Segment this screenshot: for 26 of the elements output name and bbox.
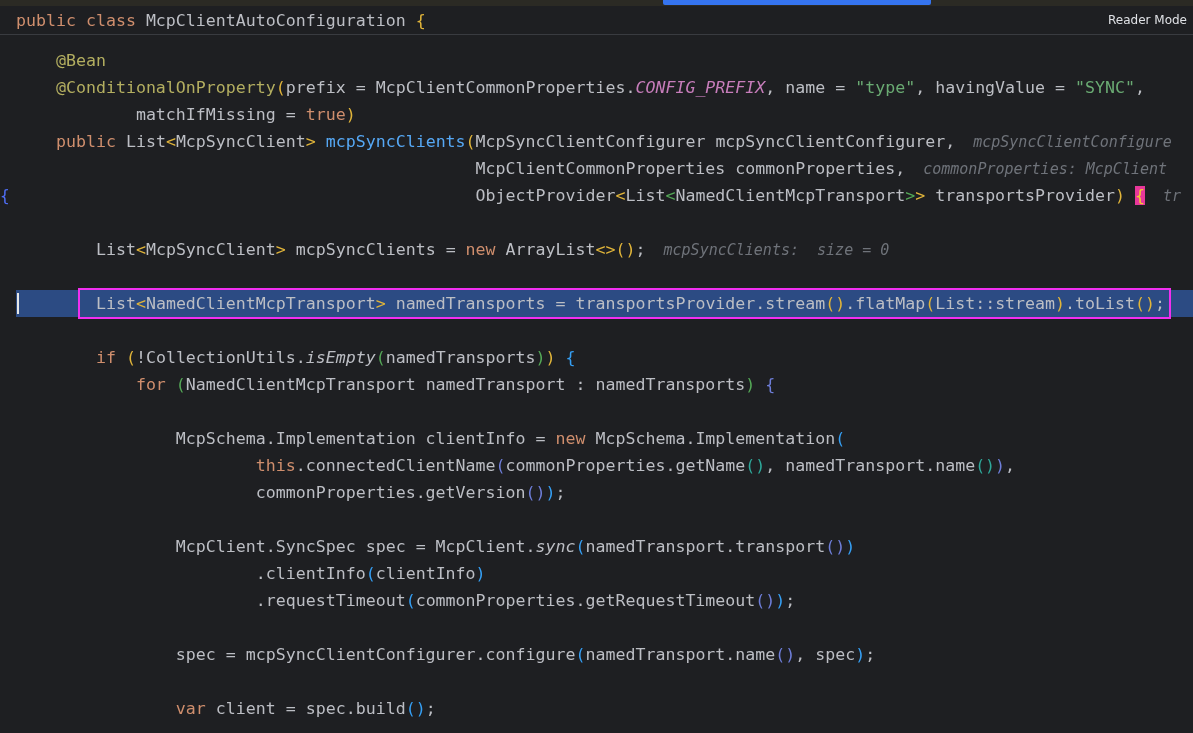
inlay-hint: mcpSyncClients: size = 0	[663, 240, 890, 259]
code-line: McpClient.SyncSpec spec = McpClient.sync(namedTransport.transport())	[175, 537, 856, 556]
code-line: @Bean	[55, 51, 106, 70]
code-line: List<McpSyncClient> mcpSyncClients = new ArrayList<>();	[95, 240, 646, 259]
code-line: .clientInfo(clientInfo)	[255, 564, 486, 583]
inlay-hint: mcpSyncClientConfigure	[973, 132, 1172, 151]
code-line: matchIfMissing = true)	[135, 105, 356, 124]
code-line: spec = mcpSyncClientConfigurer.configure(namedTransport.name(), spec);	[175, 645, 876, 664]
code-line: for (NamedClientMcpTransport namedTransport : namedTransports) {	[135, 375, 776, 394]
code-line: commonProperties.getVersion());	[255, 483, 566, 502]
code-line: var client = spec.build();	[175, 699, 436, 718]
sticky-code-line: public class McpClientAutoConfiguration {	[16, 10, 426, 30]
code-line: @ConditionalOnProperty(prefix = McpClientCommonProperties.CONFIG_PREFIX, name = "type", havingValue = "SYNC",	[55, 78, 1145, 97]
code-line: McpSchema.Implementation clientInfo = new McpSchema.Implementation(	[175, 429, 846, 448]
text-cursor	[17, 293, 19, 314]
inlay-hint: tr	[1163, 186, 1182, 205]
code-line: public List<McpSyncClient> mcpSyncClients(McpSyncClientConfigurer mcpSyncClientConfigurer,	[55, 132, 956, 151]
brace-marker: {	[0, 186, 10, 205]
code-line: McpClientCommonProperties commonProperties,	[475, 159, 906, 178]
code-line: if (!CollectionUtils.isEmpty(namedTransports)) {	[95, 348, 576, 367]
inlay-hint: commonProperties: McpClient	[923, 159, 1168, 178]
code-line: List<NamedClientMcpTransport> namedTransports = transportsProvider.stream().flatMap(List::stream).toList();	[95, 294, 1165, 313]
reader-mode-button[interactable]: Reader Mode	[1108, 13, 1193, 27]
code-line: this.connectedClientName(commonProperties.getName(), namedTransport.name()),	[255, 456, 1016, 475]
code-line: .requestTimeout(commonProperties.getRequestTimeout());	[255, 591, 796, 610]
code-line: ObjectProvider<List<NamedClientMcpTransport>> transportsProvider) {	[475, 186, 1145, 205]
